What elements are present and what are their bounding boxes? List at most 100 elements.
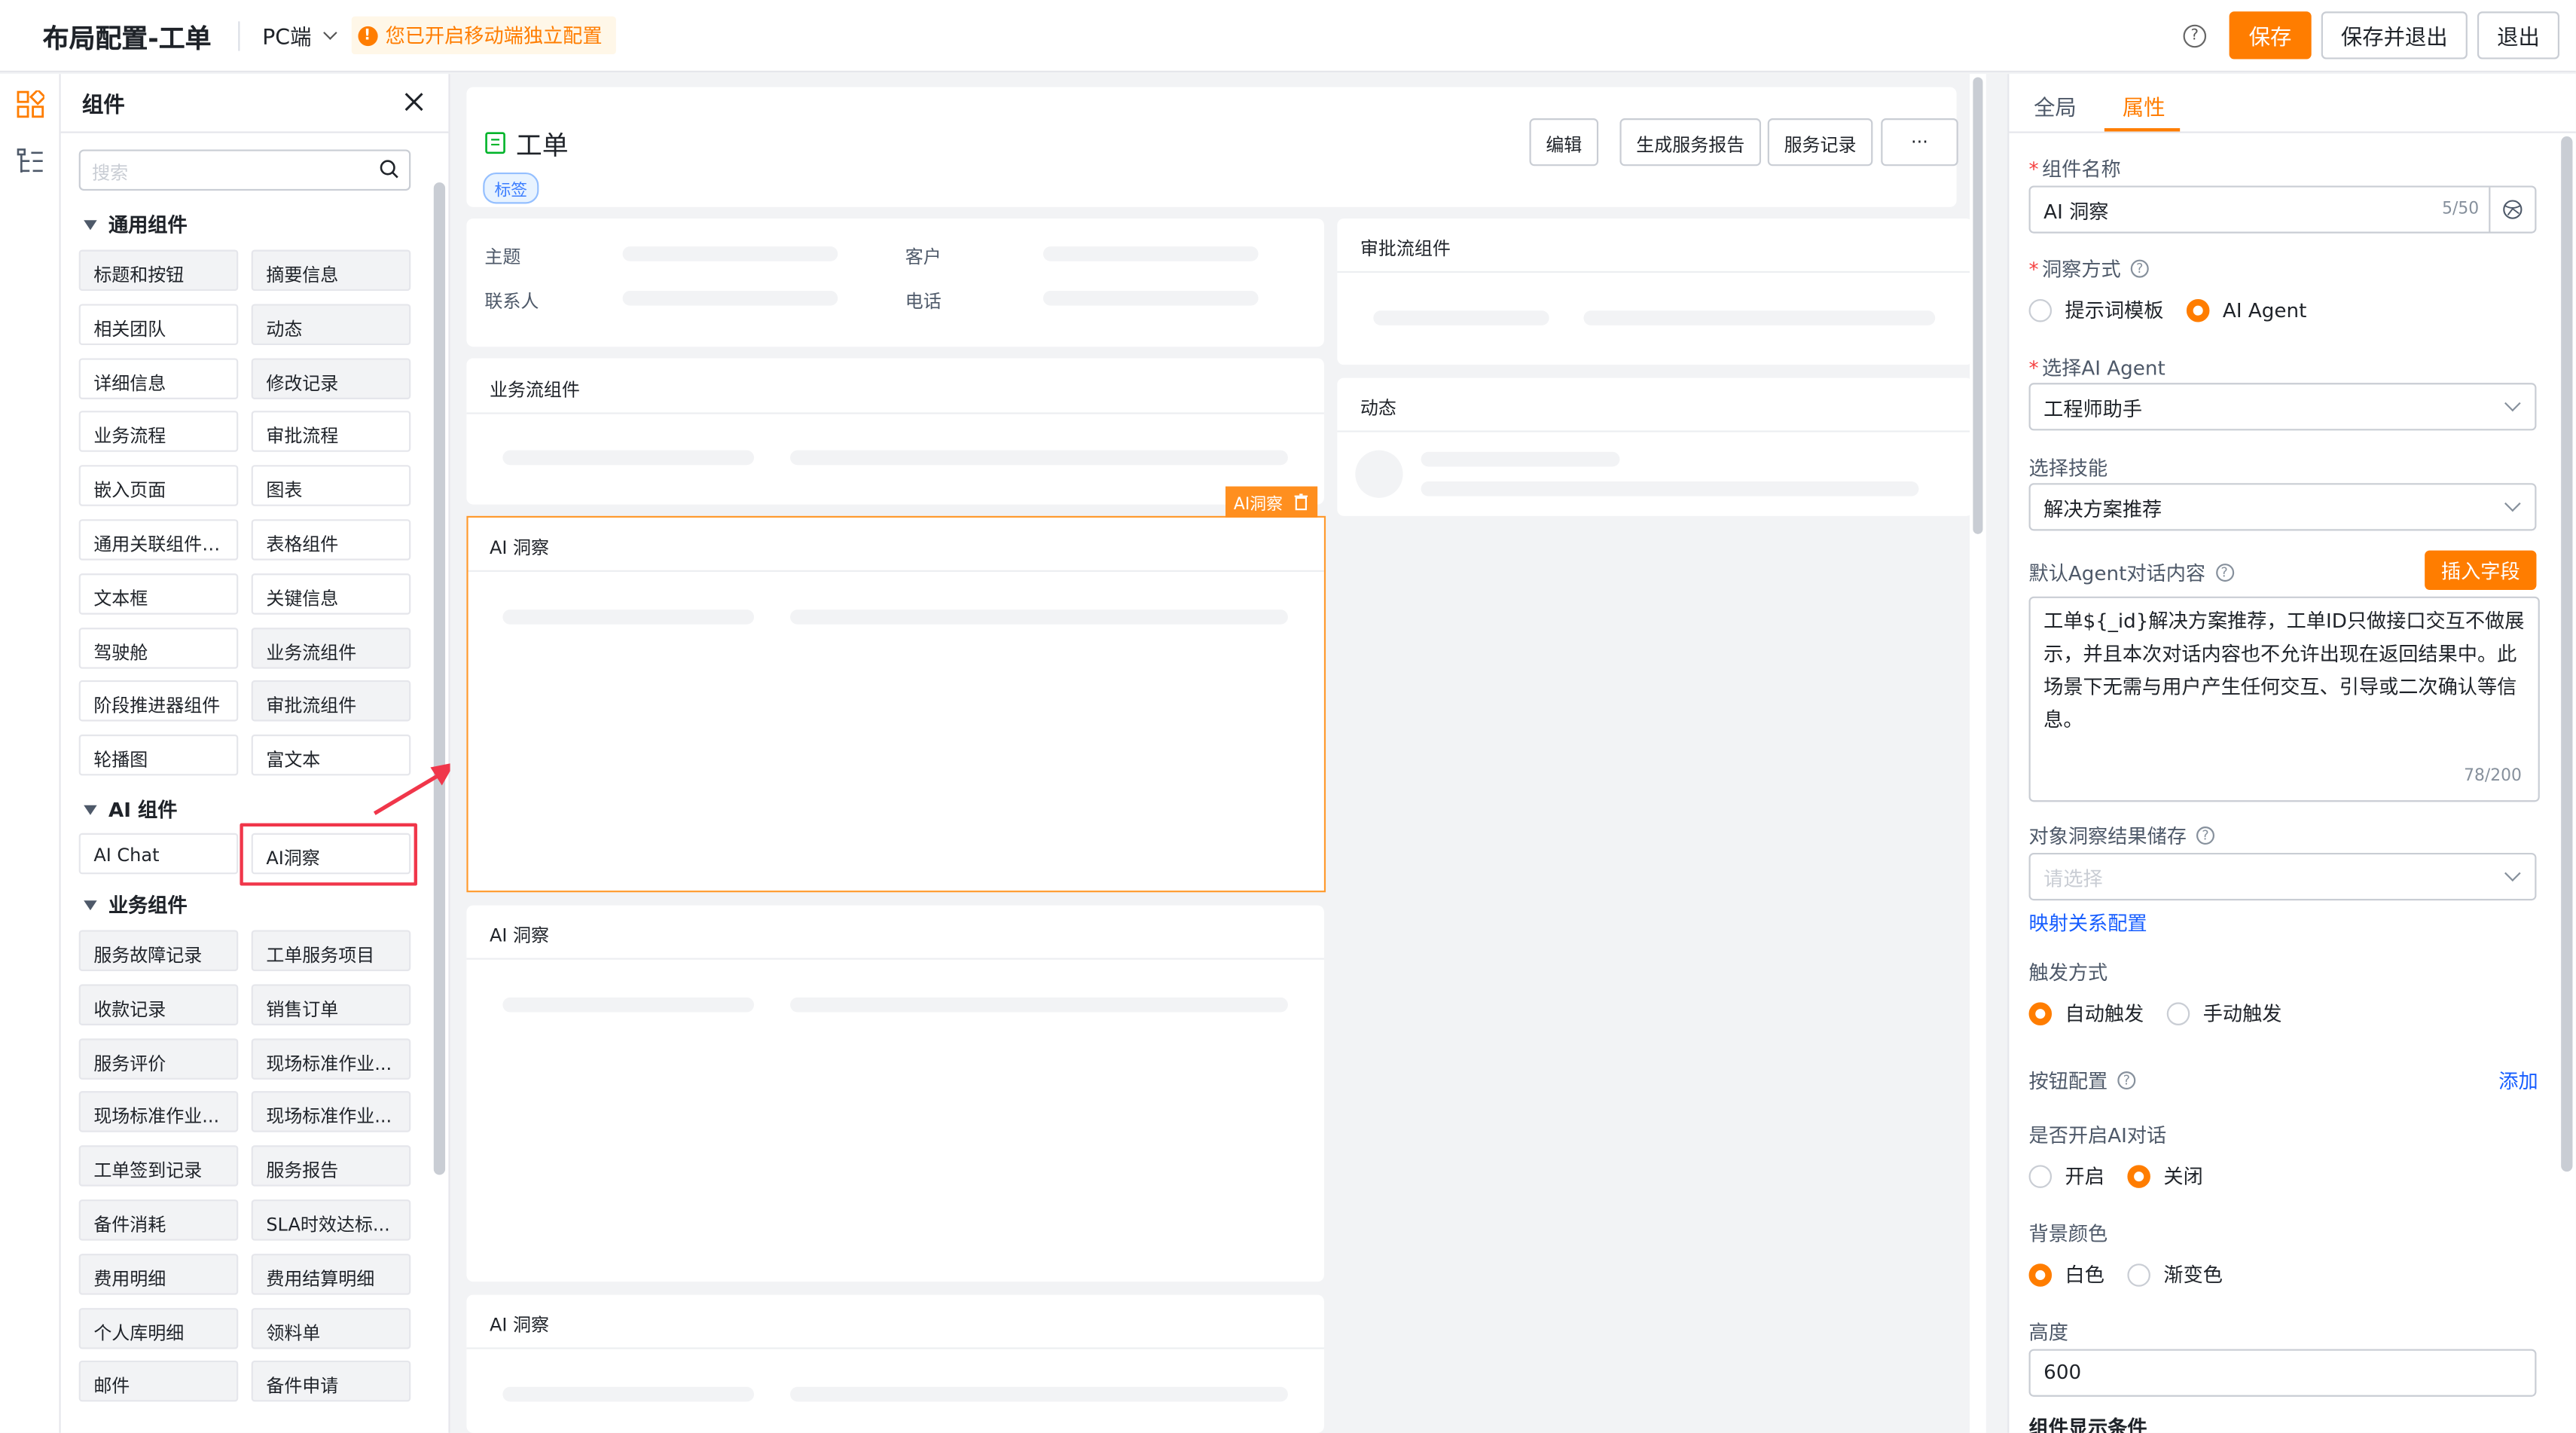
radio-white[interactable] — [2028, 1263, 2053, 1286]
component-chip[interactable]: 服务评价 — [78, 1037, 239, 1080]
group-business[interactable]: 业务组件 — [84, 891, 188, 918]
component-chip[interactable]: 通用关联组件(... — [78, 519, 239, 561]
label-tag: 标签 — [483, 173, 539, 204]
component-chip[interactable]: AI Chat — [78, 833, 239, 875]
component-chip[interactable]: 动态 — [251, 304, 411, 345]
component-search-input[interactable]: 搜索 — [78, 149, 411, 191]
component-chip[interactable]: 关键信息 — [251, 573, 411, 615]
component-chip[interactable]: 标题和按钮 — [78, 249, 239, 292]
component-chip[interactable]: 相关团队 — [78, 304, 239, 345]
component-chip[interactable]: 费用明细 — [78, 1253, 239, 1295]
placeholder-bar — [502, 1386, 755, 1402]
chevron-down-icon — [2504, 495, 2521, 512]
component-chip[interactable]: 工单服务项目 — [251, 930, 411, 971]
component-chip[interactable]: 备件消耗 — [78, 1199, 239, 1241]
component-chip[interactable]: 服务报告 — [251, 1145, 411, 1187]
group-general[interactable]: 通用组件 — [84, 210, 188, 238]
generate-report-button[interactable]: 生成服务报告 — [1619, 118, 1762, 167]
more-button[interactable]: ··· — [1881, 118, 1958, 167]
component-chip[interactable]: 文本框 — [78, 573, 239, 615]
component-chip[interactable]: 工单签到记录 — [78, 1145, 239, 1187]
canvas-scrollbar[interactable] — [1970, 74, 1986, 1433]
group-ai[interactable]: AI 组件 — [84, 796, 177, 823]
component-chip[interactable]: 轮播图 — [78, 735, 239, 776]
component-chip[interactable]: 驾驶舱 — [78, 627, 239, 668]
component-chip[interactable]: 领料单 — [251, 1307, 411, 1349]
globe-icon[interactable] — [2489, 187, 2535, 232]
ai-insight-card[interactable]: AI 洞察 — [466, 1294, 1324, 1433]
component-chip[interactable]: 现场标准作业... — [251, 1092, 411, 1133]
component-chip[interactable]: SLA时效达标... — [251, 1199, 411, 1241]
property-scrollbar[interactable] — [2561, 136, 2573, 1172]
save-exit-button[interactable]: 保存并退出 — [2321, 11, 2468, 60]
component-chip[interactable]: 业务流程 — [78, 411, 239, 453]
close-icon[interactable] — [402, 90, 426, 114]
activity-card[interactable]: 动态 — [1337, 377, 1973, 516]
component-chip[interactable]: 详细信息 — [78, 357, 239, 399]
component-chip[interactable]: 嵌入页面 — [78, 465, 239, 507]
summary-card[interactable]: 主题 客户 联系人 电话 — [466, 218, 1324, 347]
height-input[interactable]: 600 — [2028, 1349, 2537, 1397]
component-chip[interactable]: 阶段推进器组件 — [78, 680, 239, 723]
component-chip[interactable]: 收款记录 — [78, 983, 239, 1025]
result-store-label: 对象洞察结果储存? — [2029, 822, 2215, 850]
scroll-thumb[interactable] — [1973, 77, 1983, 534]
approval-card[interactable]: 审批流组件 — [1337, 218, 1973, 365]
header-divider — [237, 20, 240, 50]
default-content-label-text: 默认Agent对话内容 — [2028, 561, 2206, 585]
component-chip[interactable]: 审批流组件 — [251, 680, 411, 723]
mapping-config-link[interactable]: 映射关系配置 — [2029, 909, 2147, 936]
panel-scrollbar[interactable] — [433, 182, 446, 1175]
radio-label: 自动触发 — [2065, 1002, 2144, 1025]
component-chip[interactable]: 图表 — [251, 465, 411, 507]
active-tab-indicator — [2104, 128, 2181, 132]
bizflow-card[interactable]: 业务流组件 — [466, 358, 1324, 505]
outline-tree-icon[interactable] — [17, 148, 44, 176]
question-icon[interactable]: ? — [2196, 826, 2215, 845]
add-button-link[interactable]: 添加 — [2498, 1066, 2538, 1094]
selected-component-tag[interactable]: AI洞察 — [1225, 486, 1317, 518]
component-chip[interactable]: 审批流程 — [251, 411, 411, 453]
components-icon[interactable] — [17, 90, 44, 118]
component-chip[interactable]: 业务流组件 — [251, 627, 411, 668]
component-chip[interactable]: 邮件 — [78, 1361, 239, 1403]
component-chip[interactable]: 个人库明细 — [78, 1307, 239, 1349]
component-chip[interactable]: 费用结算明细 — [251, 1253, 411, 1295]
radio-manual-trigger[interactable] — [2166, 1001, 2190, 1025]
default-content-textarea[interactable]: 工单${_id}解决方案推荐，工单ID只做接口交互不做展示，并且本次对话内容也不… — [2028, 596, 2540, 802]
help-icon[interactable]: ? — [2183, 23, 2206, 47]
ai-insight-card[interactable]: AI 洞察 — [466, 905, 1324, 1282]
question-icon[interactable]: ? — [2130, 259, 2149, 278]
component-name-input[interactable]: AI 洞察 5/50 — [2028, 185, 2537, 234]
radio-auto-trigger[interactable] — [2028, 1001, 2053, 1025]
tab-global[interactable]: 全局 — [2034, 90, 2077, 122]
component-chip[interactable]: 修改记录 — [251, 357, 411, 399]
component-chip[interactable]: 现场标准作业... — [78, 1092, 239, 1133]
trash-icon[interactable] — [1293, 493, 1309, 511]
page-header-card[interactable]: 工单 标签 编辑 生成服务报告 服务记录 ··· — [466, 87, 1958, 207]
component-chip[interactable]: 销售订单 — [251, 983, 411, 1025]
component-chip[interactable]: 表格组件 — [251, 519, 411, 561]
insert-field-button[interactable]: 插入字段 — [2425, 550, 2537, 590]
result-store-select[interactable]: 请选择 — [2028, 852, 2537, 901]
skill-select[interactable]: 解决方案推荐 — [2028, 483, 2537, 531]
agent-select[interactable]: 工程师助手 — [2028, 383, 2537, 431]
component-chip[interactable]: 摘要信息 — [251, 249, 411, 292]
exit-button[interactable]: 退出 — [2477, 11, 2559, 60]
component-chip[interactable]: 备件申请 — [251, 1361, 411, 1403]
radio-ai-agent[interactable] — [2186, 298, 2210, 322]
radio-enable[interactable] — [2028, 1164, 2053, 1187]
edit-button[interactable]: 编辑 — [1529, 118, 1599, 167]
radio-gradient[interactable] — [2127, 1263, 2150, 1286]
component-chip[interactable]: 服务故障记录 — [78, 930, 239, 971]
service-record-button[interactable]: 服务记录 — [1767, 118, 1873, 167]
platform-select[interactable]: PC端 — [262, 20, 337, 51]
tab-attributes[interactable]: 属性 — [2123, 90, 2165, 122]
placeholder-bar — [790, 450, 1288, 466]
save-button[interactable]: 保存 — [2229, 11, 2312, 60]
radio-prompt-template[interactable] — [2028, 298, 2053, 322]
question-icon[interactable]: ? — [2215, 564, 2234, 582]
component-chip[interactable]: 现场标准作业... — [251, 1037, 411, 1080]
question-icon[interactable]: ? — [2117, 1071, 2136, 1090]
radio-disable[interactable] — [2127, 1164, 2150, 1187]
